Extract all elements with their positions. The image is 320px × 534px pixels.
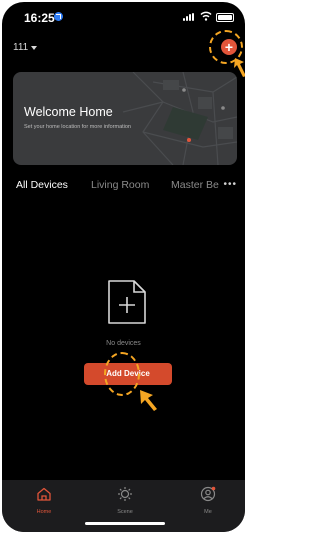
more-icon[interactable]: ••• [223,179,237,190]
scene-icon [118,487,132,501]
add-file-icon [108,280,146,324]
hint-arrow-icon [140,390,157,411]
welcome-subtitle: Set your home location for more informat… [24,124,131,130]
status-time: 16:25 [24,11,55,25]
hint-circle-add-device [104,352,140,396]
home-selector[interactable]: 111 [13,42,38,53]
tab-all-devices[interactable]: All Devices [16,179,68,191]
profile-icon [200,486,216,502]
tab-living-room[interactable]: Living Room [91,179,149,191]
status-bar: 16:25 [2,2,245,28]
location-icon [54,12,63,21]
phone-screen: 16:25 111 + Welcome Home Set your home l… [2,2,245,532]
nav-me-label: Me [204,509,212,515]
room-tabs: All Devices Living Room Master Be ••• [16,179,245,193]
tab-master-bedroom[interactable]: Master Be [171,179,219,191]
battery-icon [216,13,234,22]
welcome-title: Welcome Home [24,105,113,119]
nav-me[interactable]: Me [188,486,228,515]
nav-scene[interactable]: Scene [105,486,145,515]
signal-icon [183,13,197,21]
nav-home-label: Home [36,509,52,515]
caret-down-icon [31,45,38,50]
home-name: 111 [13,42,29,53]
home-icon [37,487,51,501]
wifi-icon [200,11,212,21]
home-indicator [85,522,165,525]
welcome-card[interactable]: Welcome Home Set your home location for … [13,72,237,165]
empty-message: No devices [106,340,141,347]
nav-scene-label: Scene [117,509,133,515]
nav-home[interactable]: Home [24,486,64,515]
